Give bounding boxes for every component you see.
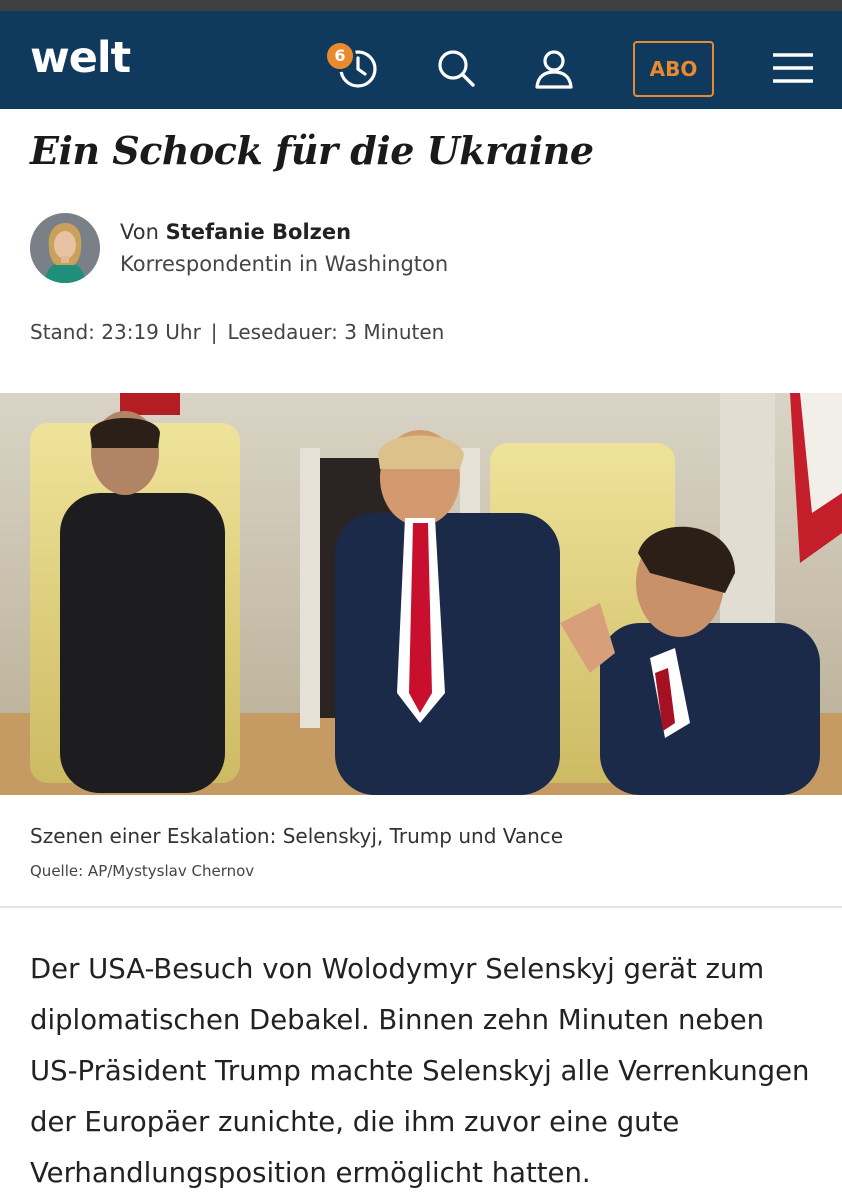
image-caption: Szenen einer Eskalation: Selenskyj, Trum… xyxy=(30,824,564,848)
abo-button[interactable]: ABO xyxy=(633,41,714,97)
article-photo[interactable] xyxy=(0,393,842,795)
publish-time: Stand: 23:19 Uhr xyxy=(30,320,201,344)
article-headline: Ein Schock für die Ukraine xyxy=(30,128,594,173)
menu-icon[interactable] xyxy=(771,47,815,91)
user-icon[interactable] xyxy=(532,47,576,91)
history-badge: 6 xyxy=(324,40,356,72)
author-byline: Von Stefanie Bolzen xyxy=(120,220,351,244)
author-avatar[interactable] xyxy=(30,213,100,283)
read-time: Lesedauer: 3 Minuten xyxy=(227,320,445,344)
search-icon[interactable] xyxy=(434,47,478,91)
status-strip xyxy=(0,0,842,11)
welt-logo[interactable]: WELT xyxy=(30,37,131,80)
author-name-link[interactable]: Stefanie Bolzen xyxy=(166,220,351,244)
image-credit: Quelle: AP/Mystyslav Chernov xyxy=(30,862,255,880)
article-lead: Der USA-Besuch von Wolodymyr Selenskyj g… xyxy=(30,953,810,1189)
article-meta: Stand: 23:19 Uhr | Lesedauer: 3 Minuten xyxy=(30,320,444,344)
author-role: Korrespondentin in Washington xyxy=(120,252,449,276)
site-header: WELT 6 ABO xyxy=(0,11,842,109)
author-prefix: Von xyxy=(120,220,159,244)
meta-separator: | xyxy=(210,320,218,344)
section-divider xyxy=(0,906,842,908)
